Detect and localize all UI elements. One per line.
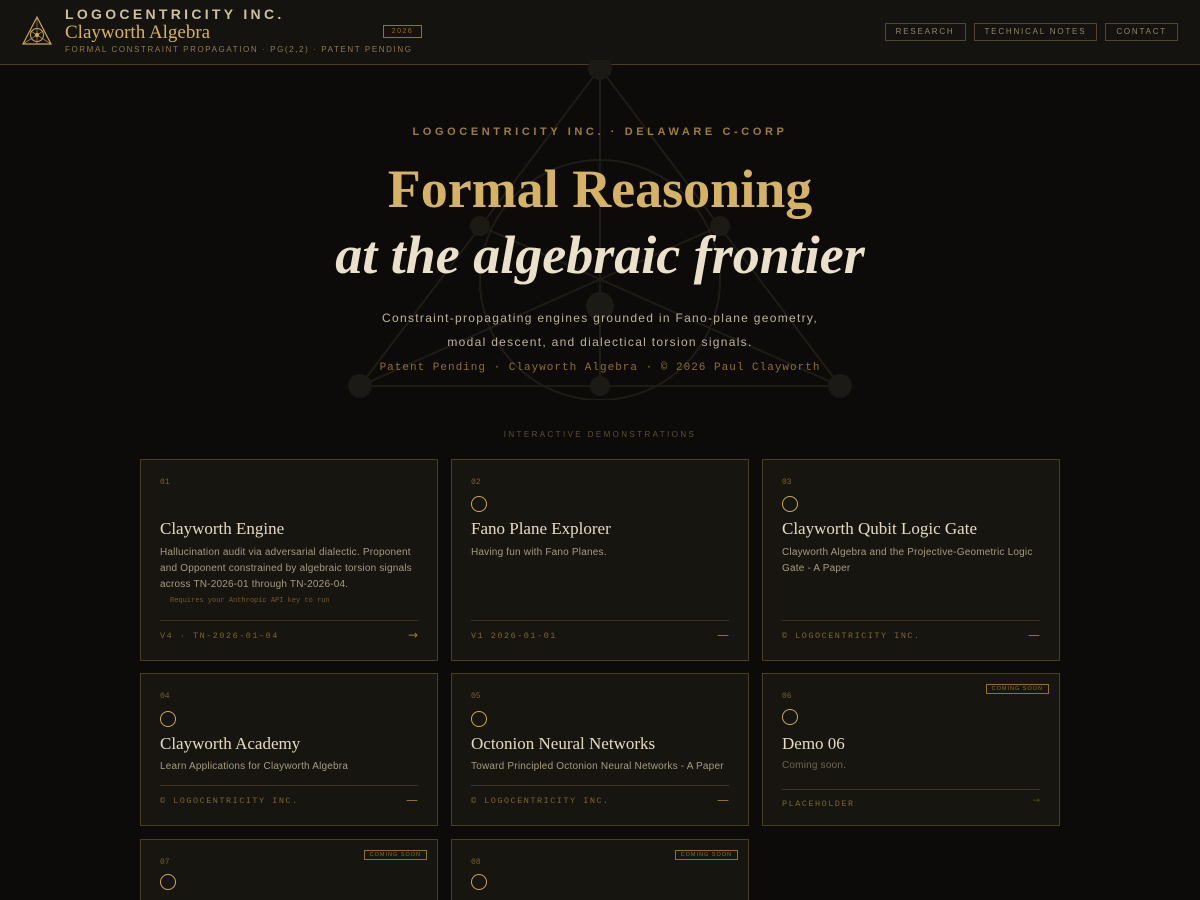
card-divider [471,620,729,621]
card-divider [782,789,1040,790]
card-title: Demo 06 [782,734,845,753]
hero-title: Formal Reasoning [387,159,813,219]
hero-meta: Patent Pending · Clayworth Algebra · © 2… [379,362,821,374]
demo-card-fano-plane-explorer[interactable]: 02 Fano Plane Explorer Having fun with F… [451,459,749,661]
hero-description-line-2: modal descent, and dialectical torsion s… [447,335,753,349]
card-description: Hallucination audit via adversarial dial… [160,547,412,590]
card-divider [160,620,418,621]
fano-triangle-logo-icon[interactable] [21,15,53,47]
card-number: 07 [160,858,170,867]
arrow-right-icon[interactable]: → [408,628,418,642]
nav-contact-link[interactable]: CONTACT [1105,23,1178,41]
card-number: 04 [160,692,170,701]
dash-icon[interactable]: — [717,793,729,807]
demo-card-clayworth-academy[interactable]: 04 Clayworth Academy Learn Applications … [140,673,438,826]
card-number: 05 [471,692,481,701]
circle-icon [471,496,487,512]
coming-soon-badge: COMING SOON [363,850,427,860]
card-footer: V4 · TN-2026-01–04 [160,631,279,641]
demo-card-demo-06[interactable]: COMING SOON 06 Demo 06 Coming soon. PLAC… [762,673,1060,826]
card-title: Clayworth Engine [160,519,285,538]
card-divider [160,785,418,786]
brand-tagline: FORMAL CONSTRAINT PROPAGATION · PG(2,2) … [65,45,413,54]
section-label: INTERACTIVE DEMONSTRATIONS [503,430,697,439]
demo-card-07[interactable]: COMING SOON 07 [140,839,438,900]
demo-card-octonion-neural-networks[interactable]: 05 Octonion Neural Networks Toward Princ… [451,673,749,826]
card-description: Toward Principled Octonion Neural Networ… [471,761,724,772]
card-title: Clayworth Qubit Logic Gate [782,519,977,538]
main-nav: RESEARCH TECHNICAL NOTES CONTACT [884,23,1178,41]
card-description: Learn Applications for Clayworth Algebra [160,761,349,772]
dash-icon[interactable]: — [1028,628,1040,642]
dash-icon[interactable]: — [717,628,729,642]
card-footer: PLACEHOLDER [782,799,855,809]
circle-icon [160,711,176,727]
card-footer: V1 2026-01-01 [471,631,557,641]
circle-icon [160,874,176,890]
year-badge: 2026 [383,25,422,38]
demo-card-qubit-logic-gate[interactable]: 03 Clayworth Qubit Logic Gate Clayworth … [762,459,1060,661]
hero-description: Constraint-propagating engines grounded … [300,306,900,354]
hero-description-line-1: Constraint-propagating engines grounded … [382,311,818,325]
company-name: LOGOCENTRICITY INC. [65,6,285,22]
card-description: Having fun with Fano Planes. [471,547,607,558]
demo-card-08[interactable]: COMING SOON 08 [451,839,749,900]
api-key-note: Requires your Anthropic API key to run [170,597,330,605]
card-description: Coming soon. [782,760,847,771]
demo-card-clayworth-engine[interactable]: 01 Clayworth Engine Hallucination audit … [140,459,438,661]
circle-icon [471,711,487,727]
card-number: 02 [471,478,481,487]
card-title: Octonion Neural Networks [471,734,656,753]
card-footer: © LOGOCENTRICITY INC. [160,796,299,806]
card-number: 03 [782,478,792,487]
card-divider [782,620,1040,621]
card-description: Clayworth Algebra and the Projective-Geo… [782,547,1033,574]
card-title: Clayworth Academy [160,734,301,753]
card-divider [471,785,729,786]
coming-soon-badge: COMING SOON [674,850,738,860]
card-footer: © LOGOCENTRICITY INC. [471,796,610,806]
card-number: 01 [160,478,170,487]
card-number: 08 [471,858,481,867]
dash-icon[interactable]: — [406,793,418,807]
hero-eyebrow: LOGOCENTRICITY INC. · DELAWARE C-CORP [412,126,788,138]
hero-subtitle: at the algebraic frontier [335,225,865,285]
card-footer: © LOGOCENTRICITY INC. [782,631,921,641]
circle-icon [782,709,798,725]
card-number: 06 [782,692,792,701]
nav-technical-notes-link[interactable]: TECHNICAL NOTES [973,23,1098,41]
nav-research-link[interactable]: RESEARCH [884,23,966,41]
top-bar: LOGOCENTRICITY INC. Clayworth Algebra FO… [0,0,1200,65]
card-title: Fano Plane Explorer [471,519,611,538]
product-name: Clayworth Algebra [65,22,211,43]
coming-soon-badge: COMING SOON [985,684,1049,694]
arrow-right-icon[interactable]: → [1032,796,1040,806]
circle-icon [471,874,487,890]
circle-icon [782,496,798,512]
